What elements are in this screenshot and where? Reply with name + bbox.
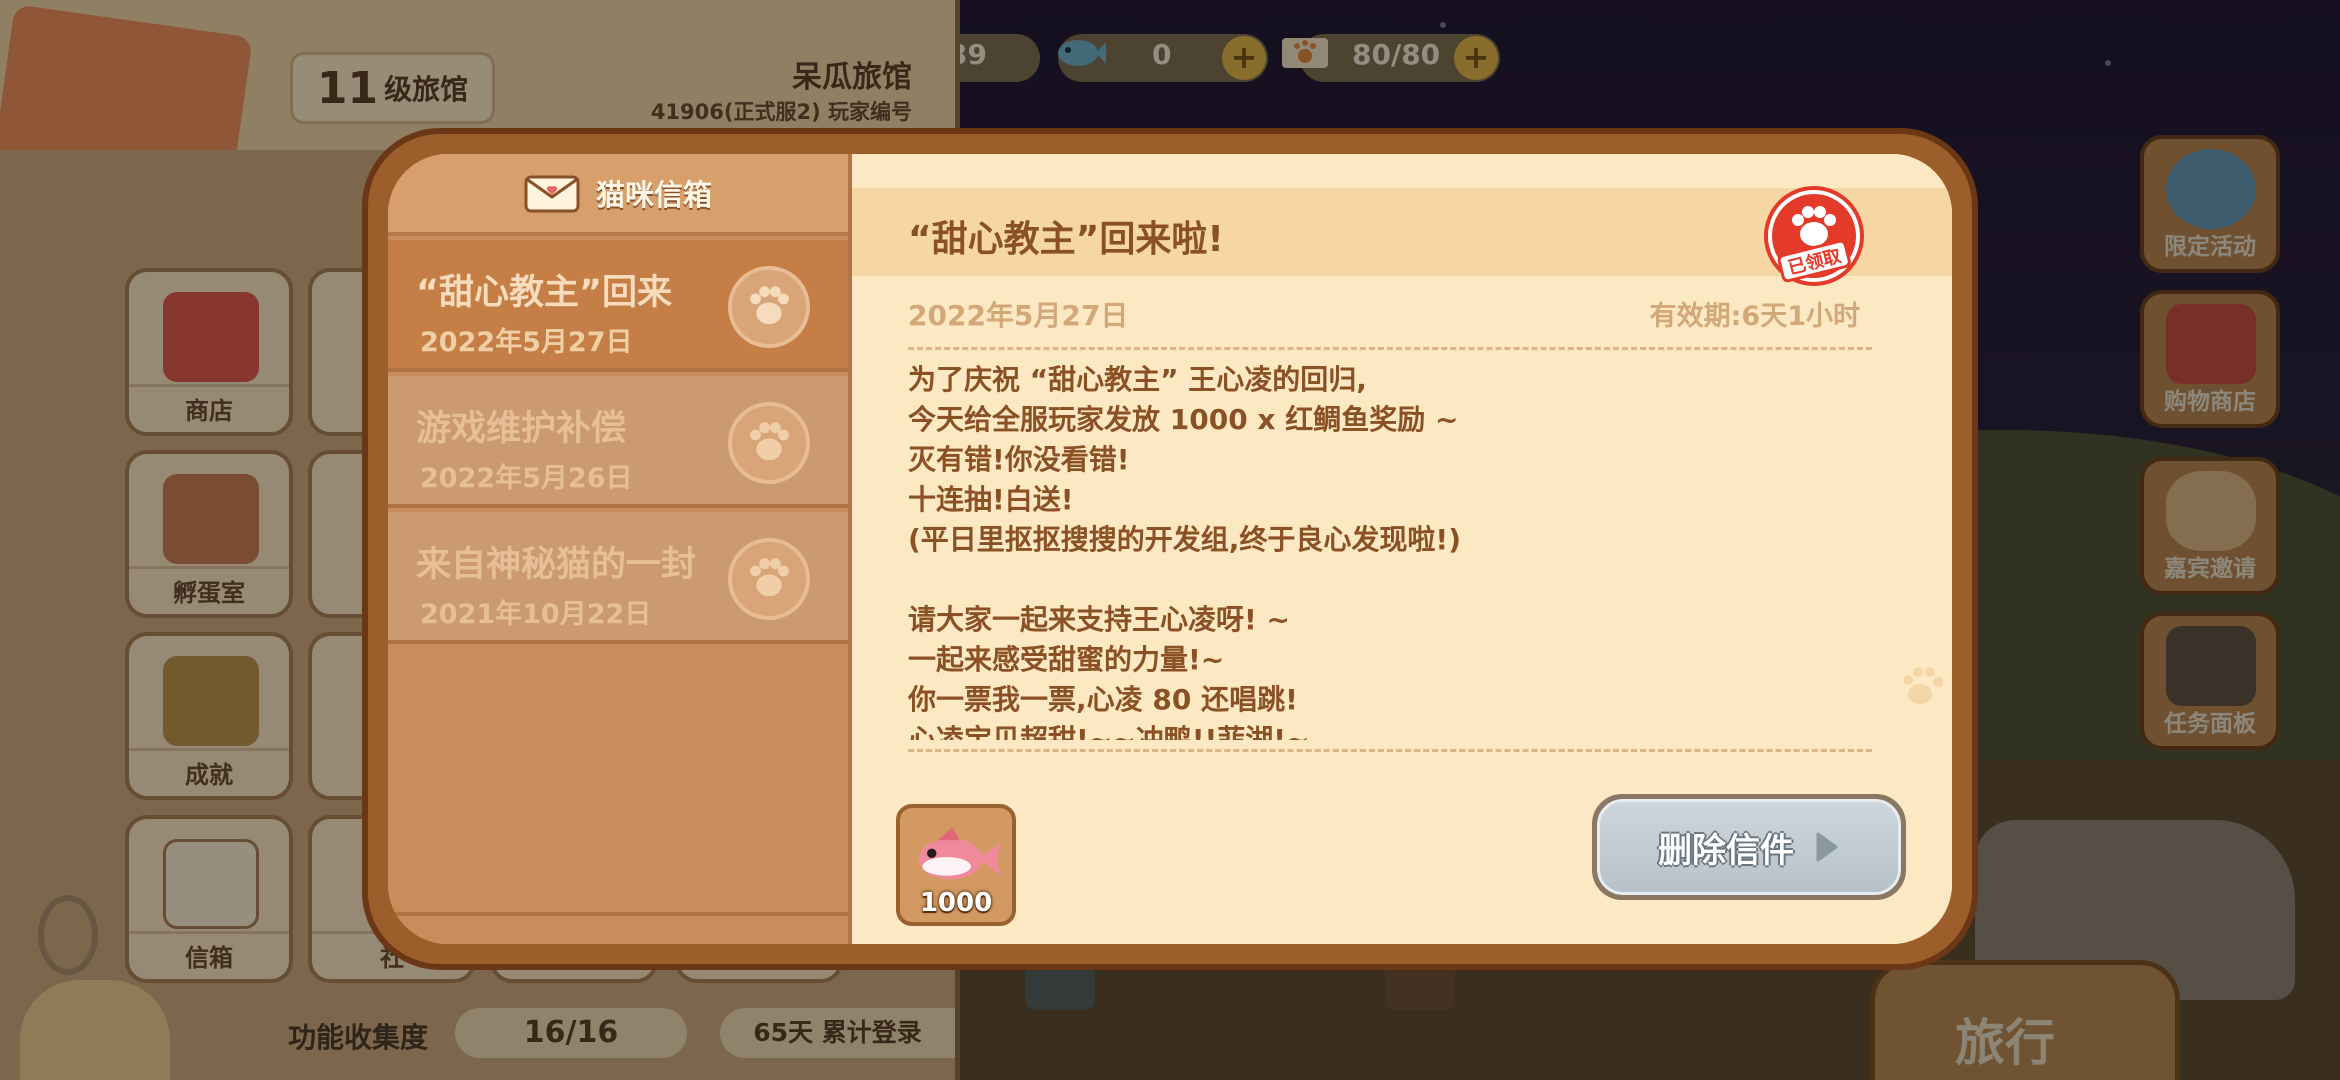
menu-tile-label: 孵蛋室 <box>129 566 289 608</box>
mail-validity: 有效期:6天1小时 <box>1649 301 1860 332</box>
mailbox-title: 猫咪信箱 <box>595 178 712 212</box>
paw-ticket-icon <box>1282 38 1328 68</box>
mail-content: “甜心教主”回来啦! 已领取 2022年5月27日 有效期:6天1小时 为了庆祝… <box>852 154 1952 944</box>
mail-body-line: 为了庆祝 “甜心教主” 王心凌的回归, <box>908 363 1367 396</box>
inn-level-number: 11 <box>316 62 379 114</box>
mail-date: 2022年5月27日 <box>908 299 1129 332</box>
login-days: 65天 累计登录 <box>720 1008 955 1058</box>
mail-item-title: “甜心教主”回来 <box>416 273 673 313</box>
mail-list: 猫咪信箱 “甜心教主”回来 2022年5月27日 游戏维护补偿 2022年5月2… <box>388 154 852 944</box>
mail-body-line: 一起来感受甜蜜的力量!~ <box>908 643 1225 676</box>
play-arrow-icon <box>1816 832 1838 862</box>
mail-list-item[interactable]: “甜心教主”回来 2022年5月27日 <box>388 240 848 372</box>
mail-body-line: 十连抽!白送! <box>908 483 1074 516</box>
mailbox-dialog: 猫咪信箱 “甜心教主”回来 2022年5月27日 游戏维护补偿 2022年5月2… <box>362 128 1978 970</box>
travel-label: 旅行 <box>1955 1014 2055 1072</box>
side-button-label: 任务面板 <box>2164 711 2256 737</box>
mail-body: 为了庆祝 “甜心教主” 王心凌的回归, 今天给全服玩家发放 1000 x 红鲷鱼… <box>908 360 1808 740</box>
mailbox-dialog-inner: 猫咪信箱 “甜心教主”回来 2022年5月27日 游戏维护补偿 2022年5月2… <box>388 154 1952 944</box>
mail-item-date: 2022年5月26日 <box>420 463 633 494</box>
resource-fish-value: 0 <box>1152 38 1172 71</box>
paw-icon <box>728 538 810 620</box>
mail-body-line: 灭有错!你没看错! <box>908 443 1130 476</box>
task-board-icon <box>2166 626 2256 706</box>
balloon-icon <box>2166 149 2256 229</box>
task-panel-button[interactable]: 任务面板 <box>2140 612 2280 750</box>
mail-list-item[interactable]: 来自神秘猫的一封 2021年10月22日 <box>388 512 848 644</box>
guest-invite-button[interactable]: 嘉宾邀请 <box>2140 457 2280 595</box>
hatchery-icon <box>163 474 259 564</box>
scene-star <box>2105 60 2111 66</box>
dashed-divider <box>908 347 1872 350</box>
reward-item[interactable]: 1000 <box>896 804 1016 926</box>
collection-value: 16/16 <box>455 1008 687 1058</box>
fish-icon <box>1058 40 1106 66</box>
menu-tile-achievements[interactable]: 成就 <box>125 632 293 800</box>
mail-item-date: 2021年10月22日 <box>420 599 652 630</box>
side-button-label: 限定活动 <box>2164 234 2256 260</box>
mail-title: “甜心教主”回来啦! <box>908 219 1224 260</box>
menu-tile-label: 成就 <box>129 748 289 790</box>
paw-icon <box>728 402 810 484</box>
menu-tile-label: 信箱 <box>129 931 289 973</box>
mail-list-header: 猫咪信箱 <box>388 154 848 236</box>
reward-count: 1000 <box>919 888 993 918</box>
mail-item-date: 2022年5月27日 <box>420 327 633 358</box>
paw-print-icon <box>1903 667 1943 704</box>
travel-button[interactable]: 旅行 <box>1870 960 2180 1080</box>
cat-mascot <box>20 980 170 1080</box>
shop-icon <box>2166 304 2256 384</box>
swirl-decoration <box>38 895 98 975</box>
player-id: 41906(正式服2) 玩家编号 <box>650 100 912 124</box>
mail-list-divider <box>388 912 848 916</box>
menu-tile-label: 商店 <box>129 384 289 426</box>
cat-face-icon <box>2166 471 2256 551</box>
inn-name: 呆瓜旅馆 <box>792 60 912 95</box>
envelope-icon <box>163 839 259 929</box>
mail-item-title: 游戏维护补偿 <box>416 409 627 449</box>
mail-body-line <box>908 560 1808 600</box>
mail-item-title: 来自神秘猫的一封 <box>416 545 697 585</box>
mail-body-line: 心凌宝贝超甜!~~冲鸭!!菲湖!~ <box>908 723 1310 740</box>
inn-level-badge: 11 级旅馆 <box>290 52 495 124</box>
envelope-icon <box>524 175 580 213</box>
trophy-box-icon <box>163 656 259 746</box>
menu-tile-shop[interactable]: 商店 <box>125 268 293 436</box>
scene-star <box>1440 22 1446 28</box>
delete-mail-label: 删除信件 <box>1658 830 1794 871</box>
mail-body-line: 你一票我一票,心凌 80 还唱跳! <box>908 683 1298 716</box>
mail-body-line: (平日里抠抠搜搜的开发组,终于良心发现啦!) <box>908 523 1462 556</box>
resource-paw-value: 80/80 <box>1352 38 1441 71</box>
paw-icon <box>728 266 810 348</box>
shop-icon <box>163 292 259 382</box>
shopping-store-button[interactable]: 购物商店 <box>2140 290 2280 428</box>
inn-level-label: 级旅馆 <box>384 73 469 106</box>
mail-body-line: 请大家一起来支持王心凌呀! ~ <box>908 603 1290 636</box>
collection-label: 功能收集度 <box>288 1021 429 1054</box>
add-fish-button[interactable]: + <box>1222 36 1266 80</box>
mail-list-item[interactable]: 游戏维护补偿 2022年5月26日 <box>388 376 848 508</box>
dashed-divider <box>908 749 1872 752</box>
menu-tile-mailbox[interactable]: 信箱 <box>125 815 293 983</box>
add-paw-button[interactable]: + <box>1454 36 1498 80</box>
menu-tile-hatchery[interactable]: 孵蛋室 <box>125 450 293 618</box>
side-button-label: 购物商店 <box>2164 389 2256 415</box>
delete-mail-button[interactable]: 删除信件 <box>1592 794 1906 900</box>
limited-event-button[interactable]: 限定活动 <box>2140 135 2280 273</box>
claimed-stamp-icon: 已领取 <box>1764 186 1864 286</box>
side-button-label: 嘉宾邀请 <box>2164 556 2256 582</box>
mail-body-line: 今天给全服玩家发放 1000 x 红鲷鱼奖励 ~ <box>908 403 1459 436</box>
